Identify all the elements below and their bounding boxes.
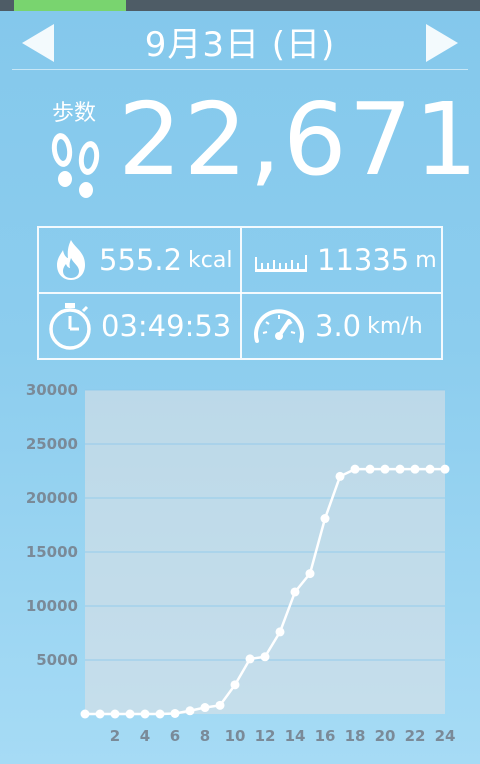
data-point [155,709,165,719]
footprints-icon [51,133,100,198]
data-point [395,464,405,474]
data-point [440,464,450,474]
data-point [335,471,345,481]
x-tick-label: 24 [435,727,456,745]
top-status-bar [0,0,480,11]
data-point [185,706,195,716]
x-tick-label: 12 [255,727,276,745]
y-tick-label: 5000 [36,651,78,669]
data-point [170,708,180,718]
y-tick-label: 25000 [26,435,78,453]
ruler-icon [255,255,307,272]
data-point [425,464,435,474]
data-point [215,700,225,710]
data-point [260,652,270,662]
data-point [305,569,315,579]
x-tick-label: 10 [225,727,246,745]
data-point [380,464,390,474]
flame-icon [57,240,85,280]
duration-value: 03:49:53 [101,309,232,343]
distance-value: 11335 [317,243,410,277]
y-tick-label: 10000 [26,597,78,615]
stopwatch-icon [49,303,91,350]
x-tick-label: 4 [140,727,150,745]
data-point [110,709,120,719]
y-tick-label: 15000 [26,543,78,561]
x-tick-label: 2 [110,727,120,745]
date-header: 9月3日 (日) [0,11,480,69]
data-point [95,709,105,719]
x-tick-label: 6 [170,727,180,745]
distance-unit: m [415,247,437,273]
x-tick-label: 14 [285,727,306,745]
x-tick-label: 20 [375,727,396,745]
data-point [410,464,420,474]
y-tick-label: 30000 [26,381,78,399]
date-title: 9月3日 (日) [144,25,336,65]
calories-value: 555.2 [99,243,183,277]
data-point [245,654,255,664]
steps-label: 歩数 [52,101,97,126]
data-point [140,709,150,719]
data-point [275,627,285,637]
data-point [320,514,330,524]
x-tick-label: 18 [345,727,366,745]
calories-cell: 555.2 kcal [51,228,232,292]
x-tick-label: 16 [315,727,336,745]
distance-cell: 11335 m [253,228,437,292]
speed-cell: 3.0 km/h [251,294,423,358]
triangle-right-icon[interactable] [426,24,458,62]
steps-value: 22,671 [118,81,480,198]
header-divider [12,69,468,70]
x-tick-label: 22 [405,727,426,745]
speed-value: 3.0 [315,309,362,343]
calories-unit: kcal [188,247,233,273]
speedometer-icon [254,309,304,343]
data-point [230,680,240,690]
data-point [290,587,300,597]
data-point [125,709,135,719]
y-tick-label: 20000 [26,489,78,507]
steps-chart: 500010000150002000025000300002 4 6 8 10 12 14 1… [26,381,456,745]
progress-indicator [14,0,126,11]
stats-panel: 555.2 kcal 11335 m 03:49:53 3.0 km/h [37,226,443,360]
data-point [350,464,360,474]
x-tick-label: 8 [200,727,210,745]
data-point [365,464,375,474]
data-point [200,703,210,713]
duration-cell: 03:49:53 [47,294,231,358]
data-point [80,709,90,719]
speed-unit: km/h [367,313,423,339]
